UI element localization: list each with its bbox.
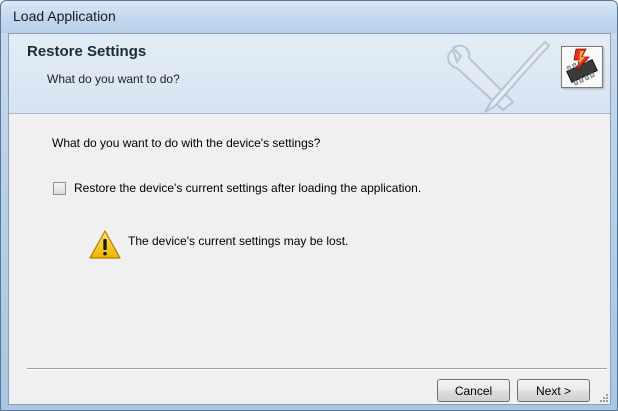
next-button[interactable]: Next > bbox=[517, 379, 590, 402]
dialog-client-area: Restore Settings What do you want to do? bbox=[8, 33, 611, 405]
chip-with-lightning-icon bbox=[561, 46, 603, 88]
cancel-button[interactable]: Cancel bbox=[437, 379, 510, 402]
restore-settings-label[interactable]: Restore the device's current settings af… bbox=[74, 181, 421, 195]
header-title: Restore Settings bbox=[27, 43, 147, 60]
warning-message: The device's current settings may be los… bbox=[88, 229, 348, 261]
header-subtitle: What do you want to do? bbox=[47, 72, 180, 86]
settings-question: What do you want to do with the device's… bbox=[52, 136, 321, 150]
wrench-screwdriver-icon bbox=[447, 40, 551, 113]
warning-text: The device's current settings may be los… bbox=[128, 234, 349, 248]
window-title: Load Application bbox=[13, 8, 116, 24]
restore-settings-checkbox[interactable] bbox=[53, 181, 66, 195]
resize-grip-icon[interactable] bbox=[599, 393, 609, 403]
restore-settings-option[interactable]: Restore the device's current settings af… bbox=[53, 180, 421, 196]
wizard-header: Restore Settings What do you want to do? bbox=[9, 34, 610, 114]
title-bar[interactable]: Load Application bbox=[1, 1, 617, 33]
warning-triangle-icon bbox=[89, 230, 121, 259]
button-divider bbox=[27, 368, 607, 370]
dialog-window: Load Application Restore Settings What d… bbox=[0, 0, 618, 411]
